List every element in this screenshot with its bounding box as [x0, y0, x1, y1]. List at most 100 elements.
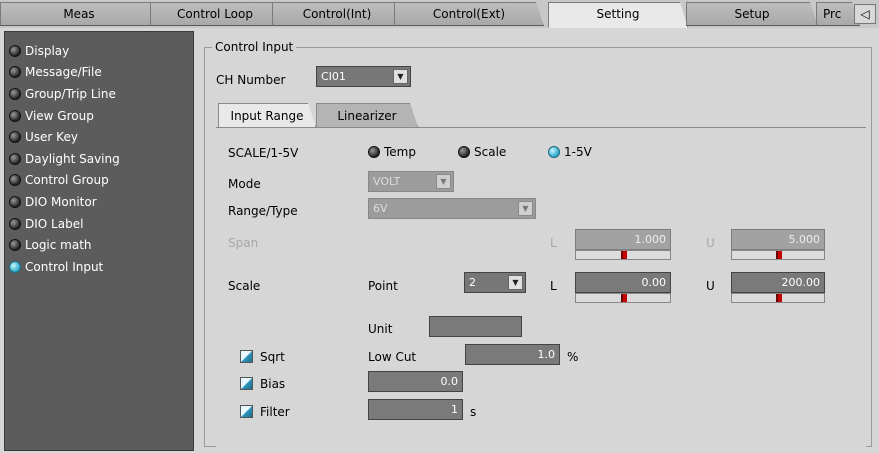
unit-label: Unit [368, 322, 393, 336]
scale-upper-value: 200.00 [781, 276, 821, 289]
tab-label: Setting [596, 7, 640, 21]
subtab-input-range[interactable]: Input Range [218, 103, 316, 127]
menu-item-display[interactable]: Display [5, 40, 193, 62]
scale-upper-field[interactable]: 200.00 [731, 272, 825, 293]
radio-dot-icon [9, 109, 21, 122]
subtab-linearizer[interactable]: Linearizer [316, 103, 418, 127]
span-label: Span [228, 236, 259, 250]
range-type-select[interactable]: 6V ▼ [368, 198, 536, 219]
scale-label: Scale [228, 279, 261, 293]
tab-label: Setup [734, 7, 770, 21]
tab-label: Control Loop [177, 7, 253, 21]
ch-number-select[interactable]: CI01 ▼ [316, 66, 411, 87]
menu-item-message-file[interactable]: Message/File [5, 62, 193, 84]
radio-dot-icon [458, 146, 470, 158]
filter-label: Filter [260, 405, 290, 419]
menu-item-dio-label[interactable]: DIO Label [5, 213, 193, 235]
mode-select[interactable]: VOLT ▼ [368, 171, 454, 192]
scale-lower-slider[interactable] [575, 293, 671, 303]
filter-field[interactable]: 1 [368, 399, 463, 420]
ch-number-label: CH Number [216, 73, 286, 87]
radio-dot-icon [368, 146, 380, 158]
tab-label: Meas [63, 7, 95, 21]
menu-item-label: User Key [25, 130, 78, 145]
span-upper-field[interactable]: 5.000 [731, 229, 825, 250]
menu-item-user-key[interactable]: User Key [5, 126, 193, 148]
radio-dot-icon [9, 217, 21, 230]
scale-l-label: L [550, 279, 557, 293]
menu-item-control-input[interactable]: Control Input [5, 256, 193, 278]
radio-temp[interactable]: Temp [368, 145, 416, 159]
radio-dot-icon [9, 66, 21, 79]
menu-item-label: Logic math [25, 238, 92, 253]
bias-label: Bias [260, 377, 286, 391]
chevron-down-icon: ▼ [518, 201, 533, 216]
radio-label: Scale [474, 145, 507, 159]
slider-marker-icon [621, 294, 627, 302]
bias-checkbox[interactable] [240, 377, 253, 390]
chevron-down-icon: ▼ [436, 174, 451, 189]
menu-item-label: Message/File [25, 65, 102, 80]
tab-scroll-left-button[interactable]: ◁ [854, 4, 876, 24]
menu-item-control-group[interactable]: Control Group [5, 170, 193, 192]
radio-dot-icon [9, 152, 21, 165]
low-cut-field[interactable]: 1.0 [465, 344, 560, 365]
point-select[interactable]: 2 ▼ [464, 272, 526, 293]
filter-checkbox[interactable] [240, 405, 253, 418]
radio-dot-icon [9, 131, 21, 144]
menu-item-view-group[interactable]: View Group [5, 105, 193, 127]
tab-control-ext[interactable]: Control(Ext) [394, 2, 544, 26]
ch-number-value: CI01 [321, 70, 346, 83]
filter-value: 1 [451, 403, 458, 416]
span-upper-slider[interactable] [731, 250, 825, 260]
slider-marker-icon [776, 251, 782, 259]
bias-field[interactable]: 0.0 [368, 371, 463, 392]
tab-meas[interactable]: Meas [0, 2, 158, 26]
menu-item-label: Display [25, 43, 70, 58]
menu-item-dio-monitor[interactable]: DIO Monitor [5, 191, 193, 213]
mode-label: Mode [228, 177, 261, 191]
menu-item-group-trip-line[interactable]: Group/Trip Line [5, 83, 193, 105]
control-input-panel: Control Input CH Number CI01 ▼ Input Ran… [198, 31, 879, 453]
radio-dot-icon [9, 195, 21, 208]
scale-lower-field[interactable]: 0.00 [575, 272, 671, 293]
menu-item-label: Control Group [25, 173, 109, 188]
scale-lower-value: 0.00 [641, 276, 667, 289]
subtab-label: Linearizer [337, 109, 397, 123]
menu-item-daylight-saving[interactable]: Daylight Saving [5, 148, 193, 170]
tab-control-loop[interactable]: Control Loop [150, 2, 280, 26]
low-cut-value: 1.0 [537, 348, 556, 361]
scale-mode-label: SCALE/1-5V [228, 146, 299, 160]
radio-scale[interactable]: Scale [458, 145, 506, 159]
bias-value: 0.0 [440, 375, 459, 388]
radio-dot-selected-icon [9, 260, 21, 273]
triangle-left-icon: ◁ [860, 7, 870, 21]
mode-value: VOLT [373, 175, 401, 188]
top-tab-bar: Meas Control Loop Control(Int) Control(E… [0, 0, 879, 28]
settings-menu: Display Message/File Group/Trip Line Vie… [4, 31, 194, 451]
menu-item-label: DIO Label [25, 216, 84, 231]
radio-1-5v[interactable]: 1-5V [548, 145, 592, 159]
sqrt-checkbox[interactable] [240, 350, 253, 363]
radio-dot-icon [9, 239, 21, 252]
tab-label: Control(Ext) [432, 7, 506, 21]
slider-marker-icon [776, 294, 782, 302]
scale-upper-slider[interactable] [731, 293, 825, 303]
span-lower-field[interactable]: 1.000 [575, 229, 671, 250]
point-label: Point [368, 279, 398, 293]
radio-dot-icon [9, 87, 21, 100]
menu-item-label: Daylight Saving [25, 151, 120, 166]
tab-label: Control(Int) [302, 7, 372, 21]
tab-setup[interactable]: Setup [686, 2, 818, 26]
menu-item-logic-math[interactable]: Logic math [5, 234, 193, 256]
radio-label: 1-5V [564, 145, 592, 159]
tab-setting[interactable]: Setting [548, 2, 688, 28]
slider-marker-icon [621, 251, 627, 259]
filter-unit: s [470, 405, 477, 419]
subtab-label: Input Range [230, 109, 304, 123]
tab-control-int[interactable]: Control(Int) [272, 2, 402, 26]
unit-field[interactable] [429, 316, 522, 337]
menu-item-label: DIO Monitor [25, 194, 97, 209]
sqrt-label: Sqrt [260, 350, 285, 364]
span-lower-slider[interactable] [575, 250, 671, 260]
